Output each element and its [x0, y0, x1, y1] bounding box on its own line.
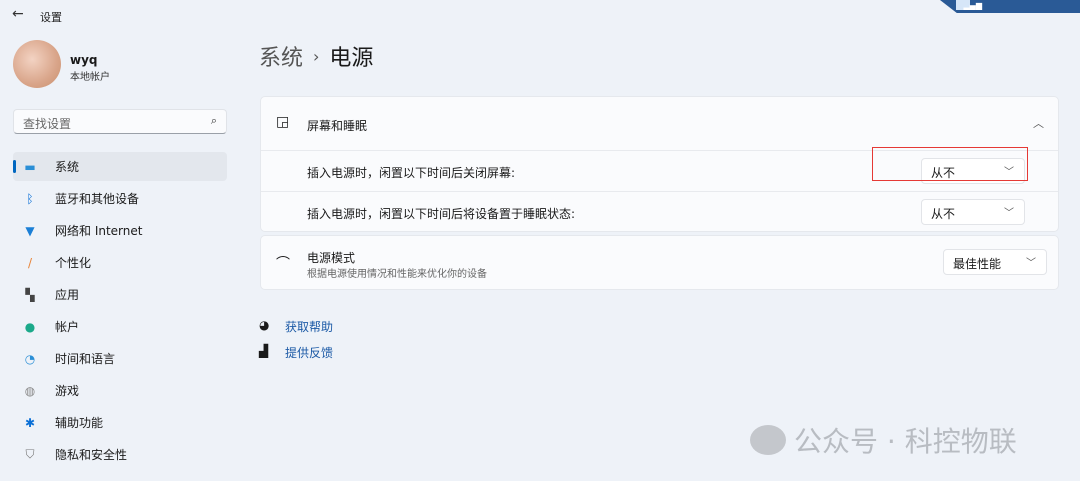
breadcrumb-parent[interactable]: 系统: [259, 46, 303, 71]
active-indicator: [13, 160, 16, 173]
power-mode-description: 根据电源使用情况和性能来优化你的设备: [307, 269, 487, 280]
sidebar-item-accounts[interactable]: ● 帐户: [13, 312, 227, 341]
screen-off-label: 插入电源时，闲置以下时间后关闭屏幕:: [307, 166, 516, 180]
chevron-down-icon: ﹀: [1026, 258, 1036, 269]
divider: [261, 191, 1058, 192]
sidebar-item-label: 个性化: [55, 256, 92, 270]
search-icon: ⌕: [210, 114, 217, 127]
sidebar-item-time-language[interactable]: ◔ 时间和语言: [13, 344, 227, 373]
dropdown-value: 从不: [931, 207, 956, 221]
sidebar-item-system[interactable]: ▬ 系统: [13, 152, 227, 181]
search-input[interactable]: 查找设置 ⌕: [13, 109, 227, 134]
shield-icon: ⛉: [25, 447, 35, 461]
sidebar-item-label: 辅助功能: [55, 416, 104, 430]
accessibility-icon: ✱: [24, 415, 36, 430]
sidebar-item-network[interactable]: ▼ 网络和 Internet: [13, 216, 227, 245]
sidebar-item-label: 帐户: [55, 320, 80, 334]
bluetooth-icon: ᛒ: [26, 191, 34, 206]
watermark: 公众号 · 科控物联: [750, 420, 1017, 460]
power-mode-dropdown[interactable]: 最佳性能 ﹀: [943, 249, 1047, 275]
sidebar-item-label: 蓝牙和其他设备: [55, 192, 140, 206]
help-icon: ◕: [259, 318, 270, 332]
dropdown-value: 最佳性能: [953, 257, 1002, 271]
get-help-link[interactable]: 获取帮助: [285, 318, 333, 335]
page-title: 电源: [329, 46, 374, 71]
sidebar-item-bluetooth[interactable]: ᛒ 蓝牙和其他设备: [13, 184, 227, 213]
screen-sleep-title: 屏幕和睡眠: [307, 119, 368, 133]
feedback-icon: ▟: [259, 344, 269, 358]
gamepad-icon: ◍: [24, 383, 36, 398]
search-placeholder: 查找设置: [23, 117, 72, 131]
sleep-label: 插入电源时，闲置以下时间后将设备置于睡眠状态:: [307, 207, 576, 221]
sidebar-item-label: 网络和 Internet: [55, 224, 143, 238]
wifi-icon: ▼: [25, 223, 35, 238]
avatar[interactable]: [13, 40, 61, 88]
sidebar-item-label: 系统: [55, 160, 80, 174]
chevron-down-icon: ﹀: [1004, 208, 1014, 219]
feedback-link[interactable]: 提供反馈: [285, 344, 333, 361]
sidebar-item-label: 时间和语言: [55, 352, 116, 366]
highlight-box: [872, 147, 1028, 181]
chevron-up-icon[interactable]: ︿: [1033, 115, 1044, 131]
breadcrumb: 系统 › 电源: [259, 40, 373, 72]
time-language-icon: ◔: [24, 351, 36, 366]
signal-icon: ▂▄▆: [963, 1, 982, 10]
screen-sleep-header[interactable]: ◲ 屏幕和睡眠 ︿: [261, 97, 1058, 150]
breadcrumb-separator: ›: [313, 47, 320, 66]
sidebar-item-apps[interactable]: ▚ 应用: [13, 280, 227, 309]
sidebar-item-label: 应用: [55, 288, 80, 302]
sleep-dropdown[interactable]: 从不 ﹀: [921, 199, 1025, 225]
sidebar-item-personalization[interactable]: / 个性化: [13, 248, 227, 277]
watermark-text: 公众号 · 科控物联: [794, 425, 1017, 458]
brush-icon: /: [27, 255, 33, 270]
power-mode-card: ⌒ 电源模式 根据电源使用情况和性能来优化你的设备 最佳性能 ﹀: [260, 235, 1059, 290]
sidebar-item-gaming[interactable]: ◍ 游戏: [13, 376, 227, 405]
sidebar-item-label: 隐私和安全性: [55, 448, 128, 462]
user-name: wyq: [70, 53, 98, 67]
apps-icon: ▚: [25, 287, 35, 302]
system-icon: ▬: [24, 159, 36, 174]
sidebar-item-privacy[interactable]: ⛉ 隐私和安全性: [13, 440, 227, 469]
app-title: 设置: [40, 11, 62, 24]
account-type: 本地帐户: [70, 72, 110, 83]
power-mode-title: 电源模式: [307, 251, 356, 265]
screen-sleep-icon: ◲: [276, 114, 290, 130]
sidebar-item-accessibility[interactable]: ✱ 辅助功能: [13, 408, 227, 437]
power-mode-icon: ⌒: [276, 256, 290, 272]
account-icon: ●: [24, 319, 36, 334]
wechat-logo-icon: [750, 425, 786, 455]
back-arrow-icon[interactable]: ←: [12, 6, 24, 22]
sidebar-item-label: 游戏: [55, 384, 80, 398]
